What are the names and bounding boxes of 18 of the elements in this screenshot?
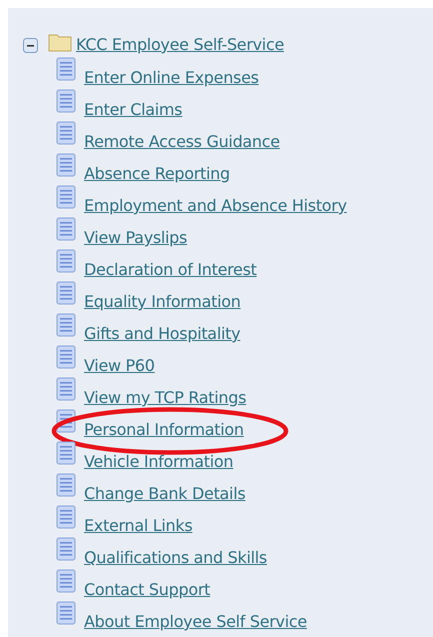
menu-link[interactable]: About Employee Self Service: [84, 612, 307, 632]
menu-link[interactable]: View my TCP Ratings: [84, 388, 246, 408]
menu-link[interactable]: Declaration of Interest: [84, 260, 257, 280]
menu-link[interactable]: Employment and Absence History: [84, 196, 347, 216]
tree-root-link[interactable]: KCC Employee Self-Service: [76, 35, 284, 55]
menu-link[interactable]: Remote Access Guidance: [84, 132, 280, 152]
menu-link[interactable]: Absence Reporting: [84, 164, 230, 184]
menu-link[interactable]: Change Bank Details: [84, 484, 246, 504]
menu-link[interactable]: Enter Online Expenses: [84, 68, 259, 88]
menu-link[interactable]: Gifts and Hospitality: [84, 324, 240, 344]
menu-link[interactable]: Equality Information: [84, 292, 241, 312]
menu-link[interactable]: Qualifications and Skills: [84, 548, 267, 568]
menu-link[interactable]: View P60: [84, 356, 155, 376]
menu-link[interactable]: External Links: [84, 516, 192, 536]
menu-link[interactable]: View Payslips: [84, 228, 188, 248]
menu-link[interactable]: Contact Support: [84, 580, 210, 600]
menu-link[interactable]: Vehicle Information: [84, 452, 234, 472]
menu-link[interactable]: Enter Claims: [84, 100, 182, 120]
